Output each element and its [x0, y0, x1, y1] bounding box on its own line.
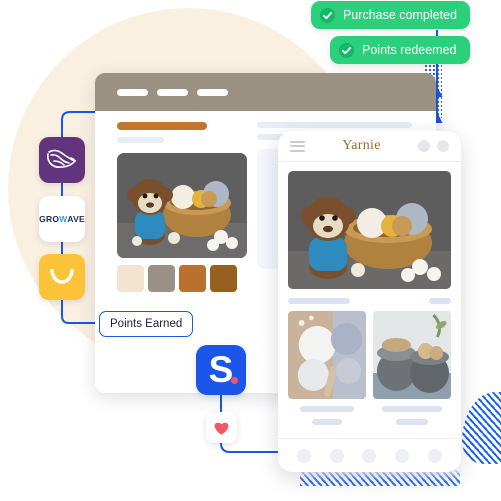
page-title-placeholder	[117, 122, 207, 130]
nav-item[interactable]	[427, 448, 442, 463]
accent-dot-icon	[231, 377, 238, 384]
nav-item[interactable]	[395, 448, 410, 463]
text-placeholder	[396, 419, 428, 425]
color-swatch[interactable]	[210, 265, 237, 292]
status-badge-purchase-completed: Purchase completed	[311, 1, 470, 29]
rewards-app-icon[interactable]	[39, 254, 85, 300]
text-placeholder	[381, 406, 443, 412]
phone-bottom-nav	[278, 438, 461, 472]
growave-wordmark: GRO W AVE	[39, 214, 85, 224]
browser-top-bar	[95, 73, 436, 111]
shopify-s-icon[interactable]: S	[196, 345, 246, 395]
check-seal-icon	[338, 42, 355, 58]
phone-hero-image	[288, 171, 451, 289]
nav-item[interactable]	[329, 448, 344, 463]
pill-label: Points Earned	[110, 318, 183, 330]
cart-icon[interactable]	[437, 140, 449, 152]
badge-label: Points redeemed	[362, 43, 457, 57]
illustration-canvas: Yarnie Purchase completed Points redeeme…	[0, 0, 501, 501]
color-swatch-list	[117, 265, 237, 292]
text-placeholder	[299, 406, 355, 412]
nav-item[interactable]	[362, 448, 377, 463]
nav-pill[interactable]	[117, 88, 148, 96]
smile-arc-icon	[50, 269, 74, 284]
phone-header: Yarnie	[278, 131, 461, 162]
nav-item[interactable]	[297, 448, 312, 463]
heart-icon	[214, 422, 229, 435]
badge-label: Purchase completed	[343, 8, 457, 22]
wishlist-heart-tile[interactable]	[206, 412, 237, 443]
product-thumbnail[interactable]	[288, 311, 366, 425]
phone-header-icons	[418, 140, 449, 152]
text-placeholder	[312, 419, 342, 425]
panther-head-icon	[47, 149, 77, 168]
search-icon[interactable]	[418, 140, 430, 152]
loyalty-app-icon[interactable]	[39, 137, 85, 183]
text-placeholder	[257, 122, 412, 128]
nav-pill[interactable]	[157, 88, 188, 96]
phone-meta-row	[288, 298, 451, 304]
status-badge-points-redeemed: Points redeemed	[330, 36, 470, 64]
color-swatch[interactable]	[148, 265, 175, 292]
points-earned-pill: Points Earned	[99, 311, 194, 337]
product-hero-image	[117, 153, 247, 258]
text-placeholder	[288, 298, 350, 304]
growave-app-icon[interactable]: GRO W AVE	[39, 196, 85, 242]
mobile-store-mockup: Yarnie	[278, 131, 461, 472]
product-thumbnail-grid	[288, 311, 451, 425]
s-letter: S	[208, 348, 234, 390]
color-swatch[interactable]	[179, 265, 206, 292]
nav-pill[interactable]	[197, 88, 228, 96]
text-placeholder	[117, 137, 164, 143]
color-swatch[interactable]	[117, 265, 144, 292]
store-title: Yarnie	[342, 138, 381, 153]
text-placeholder	[429, 298, 451, 304]
check-seal-icon	[319, 7, 336, 23]
hamburger-menu-icon[interactable]	[290, 140, 305, 152]
product-thumbnail[interactable]	[373, 311, 451, 425]
